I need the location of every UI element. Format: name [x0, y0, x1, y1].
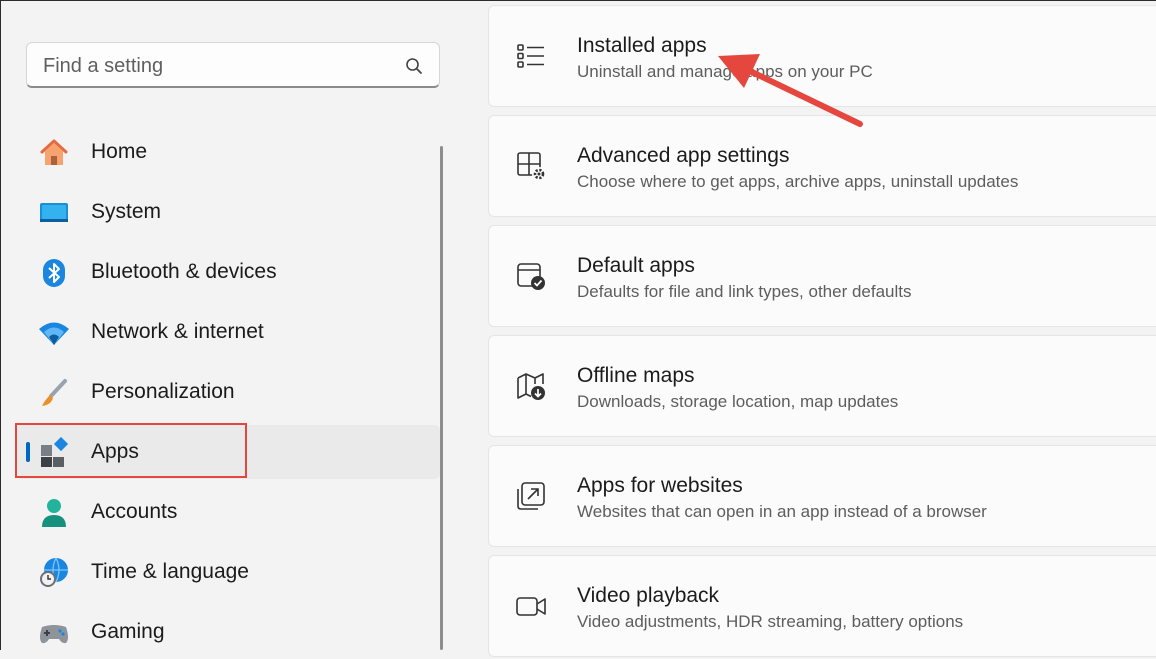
app-settings-icon — [517, 152, 546, 181]
card-title: Advanced app settings — [577, 144, 790, 167]
sidebar-item-label: System — [91, 200, 162, 223]
card-title: Video playback — [577, 584, 720, 607]
system-icon — [40, 203, 68, 222]
sidebar-item-apps[interactable]: Apps — [16, 425, 440, 479]
sidebar-item-label: Bluetooth & devices — [91, 260, 277, 283]
sidebar-item-home[interactable]: Home — [16, 125, 440, 179]
card-apps-for-websites[interactable]: Apps for websites Websites that can open… — [488, 445, 1156, 547]
sidebar-item-personalization[interactable]: Personalization — [16, 365, 440, 419]
search-input[interactable] — [41, 43, 395, 89]
paintbrush-icon — [42, 379, 67, 406]
card-subtitle: Video adjustments, HDR streaming, batter… — [577, 612, 964, 631]
default-apps-icon — [517, 263, 545, 290]
map-icon — [517, 373, 545, 400]
sidebar-item-label: Accounts — [91, 500, 178, 523]
card-title: Offline maps — [577, 364, 695, 387]
sidebar-item-network[interactable]: Network & internet — [16, 305, 440, 359]
sidebar-item-label: Personalization — [91, 380, 235, 403]
bluetooth-icon — [43, 259, 65, 287]
sidebar-item-label: Home — [91, 140, 148, 163]
card-title: Apps for websites — [577, 474, 743, 497]
card-subtitle: Websites that can open in an app instead… — [577, 502, 987, 521]
card-installed-apps[interactable]: Installed apps Uninstall and manage apps… — [488, 5, 1156, 107]
search-box[interactable] — [26, 42, 440, 89]
card-subtitle: Uninstall and manage apps on your PC — [577, 62, 873, 81]
sidebar-item-gaming[interactable]: Gaming — [16, 605, 440, 659]
card-subtitle: Downloads, storage location, map updates — [577, 392, 899, 411]
apps-icon — [41, 437, 69, 467]
wifi-icon — [39, 322, 69, 345]
card-default-apps[interactable]: Default apps Defaults for file and link … — [488, 225, 1156, 327]
card-video-playback[interactable]: Video playback Video adjustments, HDR st… — [488, 555, 1156, 657]
gaming-icon — [40, 625, 68, 644]
card-offline-maps[interactable]: Offline maps Downloads, storage location… — [488, 335, 1156, 437]
card-subtitle: Defaults for file and link types, other … — [577, 282, 912, 301]
card-title: Default apps — [577, 254, 695, 277]
card-title: Installed apps — [577, 34, 707, 57]
card-subtitle: Choose where to get apps, archive apps, … — [577, 172, 1019, 191]
video-icon — [516, 597, 546, 616]
sidebar-item-accounts[interactable]: Accounts — [16, 485, 440, 539]
open-in-app-icon — [517, 482, 545, 510]
sidebar-scrollbar[interactable] — [440, 146, 443, 650]
list-icon — [517, 44, 544, 68]
selection-indicator — [26, 442, 30, 462]
sidebar-item-label: Network & internet — [91, 320, 264, 343]
home-icon — [40, 139, 68, 165]
sidebar-item-label: Gaming — [91, 620, 165, 643]
card-advanced-app-settings[interactable]: Advanced app settings Choose where to ge… — [488, 115, 1156, 217]
time-language-icon — [40, 557, 68, 587]
sidebar-item-time-language[interactable]: Time & language — [16, 545, 440, 599]
sidebar-item-bluetooth[interactable]: Bluetooth & devices — [16, 245, 440, 299]
sidebar-item-label: Apps — [91, 440, 139, 463]
sidebar-item-label: Time & language — [91, 560, 249, 583]
accounts-icon — [42, 499, 66, 527]
search-icon[interactable] — [405, 57, 423, 75]
sidebar-item-system[interactable]: System — [16, 185, 440, 239]
